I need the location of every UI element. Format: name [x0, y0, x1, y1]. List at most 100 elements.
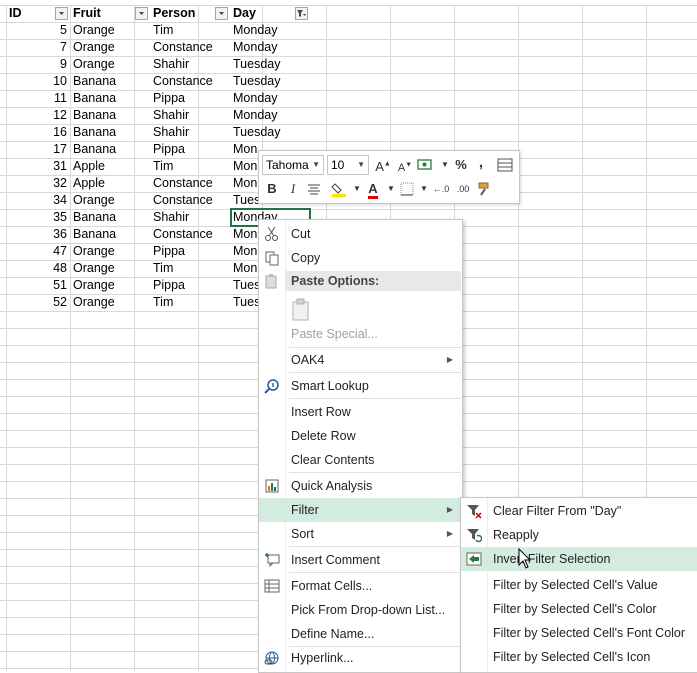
submenu-item-reapply[interactable]: Reapply [461, 523, 697, 547]
cell-person[interactable]: Tim [150, 158, 230, 175]
cell-fruit[interactable]: Banana [70, 124, 150, 141]
decrease-font-size-button[interactable]: A▼ [395, 155, 415, 175]
cell-person[interactable]: Pippa [150, 243, 230, 260]
cell-person[interactable]: Tim [150, 294, 230, 311]
cell-person[interactable]: Tim [150, 260, 230, 277]
paste-option-default[interactable] [259, 294, 462, 324]
cell-fruit[interactable]: Banana [70, 107, 150, 124]
cell-person[interactable]: Shahir [150, 124, 230, 141]
menu-item-hyperlink[interactable]: Hyperlink... [259, 646, 462, 670]
menu-item-filter[interactable]: Filter ▶ [259, 498, 462, 522]
cell-day[interactable]: Monday [230, 39, 310, 56]
cell-person[interactable]: Constance [150, 226, 230, 243]
cell-person[interactable]: Constance [150, 39, 230, 56]
font-size-combo[interactable]: 10 ▼ [327, 155, 369, 175]
cell-id[interactable]: 16 [6, 124, 70, 141]
cell-person[interactable]: Pippa [150, 141, 230, 158]
cell-day[interactable]: Monday [230, 107, 310, 124]
cell-fruit[interactable]: Orange [70, 22, 150, 39]
menu-item-format-cells[interactable]: Format Cells... [259, 574, 462, 598]
menu-item-pick-dropdown[interactable]: Pick From Drop-down List... [259, 598, 462, 622]
submenu-item-filter-by-color[interactable]: Filter by Selected Cell's Color [461, 597, 697, 621]
increase-decimal-button[interactable]: ←.0 [431, 179, 451, 199]
menu-item-clear-contents[interactable]: Clear Contents [259, 448, 462, 472]
filter-dropdown-person-button[interactable] [215, 7, 228, 20]
cell-person[interactable]: Pippa [150, 90, 230, 107]
filter-dropdown-fruit-button[interactable] [135, 7, 148, 20]
cell-id[interactable]: 7 [6, 39, 70, 56]
cell-id[interactable]: 11 [6, 90, 70, 107]
menu-item-oak4[interactable]: OAK4 ▶ [259, 348, 462, 372]
cell-fruit[interactable]: Apple [70, 175, 150, 192]
cell-fruit[interactable]: Banana [70, 141, 150, 158]
menu-item-insert-row[interactable]: Insert Row [259, 400, 462, 424]
align-center-button[interactable] [304, 179, 324, 199]
fill-color-button[interactable] [329, 179, 349, 199]
cell-fruit[interactable]: Orange [70, 39, 150, 56]
menu-item-smart-lookup[interactable]: Smart Lookup [259, 374, 462, 398]
cell-id[interactable]: 36 [6, 226, 70, 243]
cell-person[interactable]: Constance [150, 73, 230, 90]
format-table-button[interactable] [495, 155, 515, 175]
submenu-item-filter-by-value[interactable]: Filter by Selected Cell's Value [461, 573, 697, 597]
cell-day[interactable]: Monday [230, 90, 310, 107]
cell-id[interactable]: 17 [6, 141, 70, 158]
cell-fruit[interactable]: Orange [70, 56, 150, 73]
cell-id[interactable]: 9 [6, 56, 70, 73]
menu-item-cut[interactable]: Cut [259, 222, 462, 246]
comma-style-button[interactable]: , [471, 153, 491, 173]
filter-dropdown-id-button[interactable] [55, 7, 68, 20]
cell-fruit[interactable]: Apple [70, 158, 150, 175]
submenu-item-clear-filter[interactable]: Clear Filter From "Day" [461, 499, 697, 523]
filter-active-day-button[interactable] [295, 7, 308, 20]
cell-person[interactable]: Pippa [150, 277, 230, 294]
menu-item-quick-analysis[interactable]: Quick Analysis [259, 474, 462, 498]
font-name-combo[interactable]: Tahoma ▼ [262, 155, 324, 175]
percent-style-button[interactable]: % [451, 155, 471, 175]
cell-id[interactable]: 47 [6, 243, 70, 260]
cell-id[interactable]: 35 [6, 209, 70, 226]
cell-id[interactable]: 32 [6, 175, 70, 192]
cell-id[interactable]: 5 [6, 22, 70, 39]
cell-fruit[interactable]: Banana [70, 226, 150, 243]
cell-person[interactable]: Shahir [150, 56, 230, 73]
cell-day[interactable]: Tuesday [230, 73, 310, 90]
cell-id[interactable]: 31 [6, 158, 70, 175]
cell-fruit[interactable]: Banana [70, 209, 150, 226]
cell-fruit[interactable]: Orange [70, 243, 150, 260]
menu-item-delete-row[interactable]: Delete Row [259, 424, 462, 448]
menu-item-insert-comment[interactable]: Insert Comment [259, 548, 462, 572]
cell-id[interactable]: 52 [6, 294, 70, 311]
menu-item-define-name[interactable]: Define Name... [259, 622, 462, 646]
cell-person[interactable]: Constance [150, 175, 230, 192]
italic-button[interactable]: I [283, 179, 303, 199]
decrease-decimal-button[interactable]: .00 [453, 179, 473, 199]
cell-id[interactable]: 12 [6, 107, 70, 124]
cell-person[interactable]: Shahir [150, 209, 230, 226]
accounting-format-button[interactable] [416, 155, 436, 175]
cell-id[interactable]: 10 [6, 73, 70, 90]
menu-item-sort[interactable]: Sort ▶ [259, 522, 462, 546]
increase-font-size-button[interactable]: A▲ [373, 155, 393, 175]
cell-person[interactable]: Constance [150, 192, 230, 209]
submenu-item-filter-by-icon[interactable]: Filter by Selected Cell's Icon [461, 645, 697, 669]
cell-person[interactable]: Shahir [150, 107, 230, 124]
menu-item-copy[interactable]: Copy [259, 246, 462, 270]
cell-id[interactable]: 34 [6, 192, 70, 209]
cell-day[interactable]: Tuesday [230, 56, 310, 73]
cell-fruit[interactable]: Orange [70, 277, 150, 294]
font-color-button[interactable]: A [363, 179, 383, 199]
menu-item-paste-special[interactable]: Paste Special... [259, 322, 462, 346]
bold-button[interactable]: B [262, 179, 282, 199]
cell-fruit[interactable]: Orange [70, 192, 150, 209]
cell-fruit[interactable]: Orange [70, 294, 150, 311]
submenu-item-invert-filter[interactable]: Invert Filter Selection [461, 547, 697, 571]
cell-person[interactable]: Tim [150, 22, 230, 39]
cell-day[interactable]: Tuesday [230, 124, 310, 141]
cell-fruit[interactable]: Orange [70, 260, 150, 277]
cell-id[interactable]: 48 [6, 260, 70, 277]
cell-id[interactable]: 51 [6, 277, 70, 294]
format-painter-button[interactable] [475, 179, 495, 199]
cell-fruit[interactable]: Banana [70, 90, 150, 107]
cell-fruit[interactable]: Banana [70, 73, 150, 90]
